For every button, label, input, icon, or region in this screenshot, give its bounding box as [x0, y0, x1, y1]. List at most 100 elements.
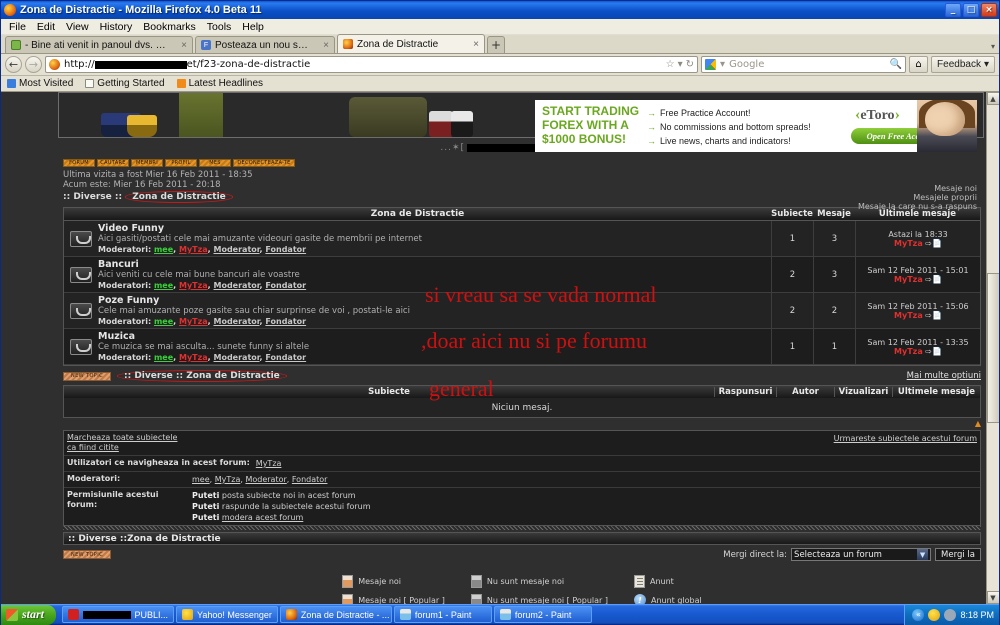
taskbar-clock[interactable]: 8:18 PM — [960, 610, 994, 620]
nav-button-profil[interactable]: PROFIL — [165, 159, 197, 167]
forum-name-link[interactable]: Video Funny — [98, 223, 771, 234]
moderator-link-mee[interactable]: mee — [154, 245, 173, 254]
nav-button-forum[interactable]: FORUM — [63, 159, 95, 167]
forum-name-link[interactable]: Poze Funny — [98, 295, 771, 306]
scrollbar-track[interactable] — [986, 105, 999, 273]
moderator-link-mee[interactable]: mee — [154, 281, 173, 290]
tab-close-icon[interactable]: × — [467, 39, 479, 50]
bookmark-getting-started[interactable]: Getting Started — [85, 78, 165, 89]
menu-help[interactable]: Help — [242, 21, 264, 33]
nav-button-deconecteaza[interactable]: DECONECTEAZA-TE — [233, 159, 295, 167]
reload-icon[interactable]: ↻ — [686, 59, 694, 70]
moderator-link-moderator[interactable]: Moderator — [214, 353, 260, 362]
tab-close-icon[interactable]: × — [317, 40, 329, 51]
scroll-down-icon[interactable]: ▼ — [986, 591, 999, 604]
moderator-link-mee[interactable]: mee — [154, 317, 173, 326]
search-input[interactable]: Google — [729, 59, 886, 70]
menu-view[interactable]: View — [66, 21, 89, 33]
legend-new-messages[interactable]: Mesaje noi — [858, 184, 977, 193]
permission-link[interactable]: modera acest forum — [222, 513, 303, 522]
moderator-link-fondator[interactable]: Fondator — [292, 475, 328, 484]
address-bar[interactable]: http:// et/f23-zona-de-distractie ☆ ▾ ↻ — [45, 56, 699, 73]
scroll-up-icon[interactable]: ▲ — [986, 92, 999, 105]
tab-new-post[interactable]: F Posteaza un nou subiect × — [195, 36, 335, 53]
table-row[interactable]: Bancuri Aici veniti cu cele mai bune ban… — [64, 257, 980, 293]
moderator-link-mytza[interactable]: MyTza — [179, 245, 208, 254]
moderator-link-mee[interactable]: mee — [154, 353, 173, 362]
forum-name-link[interactable]: Muzica — [98, 331, 771, 342]
breadcrumb-current[interactable]: Zona de Distractie — [127, 534, 221, 544]
moderator-link-mytza[interactable]: MyTza — [215, 475, 241, 484]
moderator-link-moderator[interactable]: Moderator — [214, 281, 260, 290]
taskbar-item-publi[interactable]: PUBLI... — [62, 606, 175, 623]
moderator-link-fondator[interactable]: Fondator — [265, 353, 306, 362]
bookmark-most-visited[interactable]: Most Visited — [7, 78, 73, 89]
volume-tray-icon[interactable] — [944, 608, 957, 621]
moderator-link-moderator[interactable]: Moderator — [214, 245, 260, 254]
nav-button-cautare[interactable]: CAUTARE — [97, 159, 129, 167]
table-row[interactable]: Poze Funny Cele mai amuzante poze gasite… — [64, 293, 980, 329]
nav-button-membri[interactable]: MEMBRI — [131, 159, 163, 167]
home-button[interactable]: ⌂ — [909, 56, 929, 73]
tab-close-icon[interactable]: × — [175, 40, 187, 51]
taskbar-item-forum1-paint[interactable]: forum1 - Paint — [393, 606, 492, 623]
menu-edit[interactable]: Edit — [37, 21, 55, 33]
breadcrumb-prefix[interactable]: :: Diverse :: — [68, 534, 127, 544]
moderator-link-mytza[interactable]: MyTza — [179, 353, 208, 362]
moderator-link-mytza[interactable]: MyTza — [179, 281, 208, 290]
taskbar-item-yahoo-messenger[interactable]: Yahoo! Messenger — [176, 606, 278, 623]
etoro-ad-banner[interactable]: START TRADING FOREX WITH A $1000 BONUS! … — [535, 100, 977, 152]
chevron-down-icon[interactable]: ▾ — [720, 59, 725, 70]
tab-admin-panel[interactable]: - Bine ati venit in panoul dvs. de admin… — [5, 36, 193, 53]
taskbar-item-firefox[interactable]: Zona de Distractie - ... — [279, 606, 392, 623]
menu-file[interactable]: File — [9, 21, 26, 33]
forum-select-dropdown[interactable]: Selecteaza un forum ▼ — [791, 548, 932, 561]
mark-all-read-link[interactable]: Marcheaza toate subiectele ca fiind citi… — [67, 433, 177, 452]
nav-button-mesaje[interactable]: MES — [199, 159, 231, 167]
new-topic-button[interactable]: NEW TOPIC — [63, 371, 111, 381]
bookmark-latest-headlines[interactable]: Latest Headlines — [176, 78, 263, 89]
tab-zona-de-distractie[interactable]: Zona de Distractie × — [337, 34, 485, 53]
menu-tools[interactable]: Tools — [207, 21, 232, 33]
breadcrumb-current[interactable]: Zona de Distractie — [125, 191, 233, 203]
close-button[interactable]: × — [981, 3, 997, 17]
legend-unanswered[interactable]: Mesaje la care nu s-a raspuns — [858, 202, 977, 211]
feedback-button[interactable]: Feedback ▾ — [931, 56, 995, 73]
table-row[interactable]: Muzica Ce muzica se mai asculta... sunet… — [64, 329, 980, 365]
breadcrumb-prefix[interactable]: :: Diverse :: — [63, 192, 125, 202]
yahoo-tray-icon[interactable] — [928, 608, 941, 621]
scrollbar-thumb[interactable] — [986, 273, 999, 423]
browsing-user-link[interactable]: MyTza — [256, 459, 282, 468]
goto-last-post-icon[interactable]: ⇨📄 — [925, 275, 942, 284]
goto-last-post-icon[interactable]: ⇨📄 — [925, 311, 942, 320]
last-author-link[interactable]: MyTza — [894, 239, 923, 248]
new-topic-button-bottom[interactable]: NEW TOPIC — [63, 550, 111, 559]
watch-forum-link[interactable]: Urmareste subiectele acestui forum — [834, 434, 977, 443]
breadcrumb-full[interactable]: :: Diverse :: Zona de Distractie — [117, 370, 287, 382]
last-author-link[interactable]: MyTza — [894, 347, 923, 356]
moderator-link-mytza[interactable]: MyTza — [179, 317, 208, 326]
moderator-link-moderator[interactable]: Moderator — [245, 475, 286, 484]
menu-bookmarks[interactable]: Bookmarks — [143, 21, 196, 33]
back-to-top-icon[interactable]: ▲ — [975, 419, 981, 428]
legend-own-messages[interactable]: Mesajele proprii — [858, 193, 977, 202]
minimize-button[interactable]: _ — [945, 3, 961, 17]
chevron-down-icon[interactable]: ▼ — [917, 549, 929, 560]
search-bar[interactable]: ▾ Google 🔍 — [701, 56, 907, 73]
start-button[interactable]: start — [1, 604, 57, 625]
bookmark-star-icon[interactable]: ☆ — [666, 59, 675, 70]
moderator-link-moderator[interactable]: Moderator — [214, 317, 260, 326]
go-button[interactable]: Mergi la — [935, 548, 981, 561]
goto-last-post-icon[interactable]: ⇨📄 — [925, 239, 942, 248]
moderator-link-mee[interactable]: mee — [192, 475, 210, 484]
search-icon[interactable]: 🔍 — [890, 59, 902, 70]
scrollbar-track[interactable] — [986, 423, 999, 591]
new-tab-button[interactable]: + — [487, 36, 505, 53]
page-scrollbar[interactable]: ▲ ▼ — [986, 92, 999, 604]
show-hidden-icons-icon[interactable] — [912, 608, 925, 621]
chevron-down-icon[interactable]: ▾ — [678, 59, 683, 70]
forward-button[interactable]: → — [25, 56, 42, 73]
more-options-link[interactable]: Mai multe optiuni — [907, 371, 981, 381]
maximize-button[interactable]: □ — [963, 3, 979, 17]
menu-history[interactable]: History — [100, 21, 133, 33]
